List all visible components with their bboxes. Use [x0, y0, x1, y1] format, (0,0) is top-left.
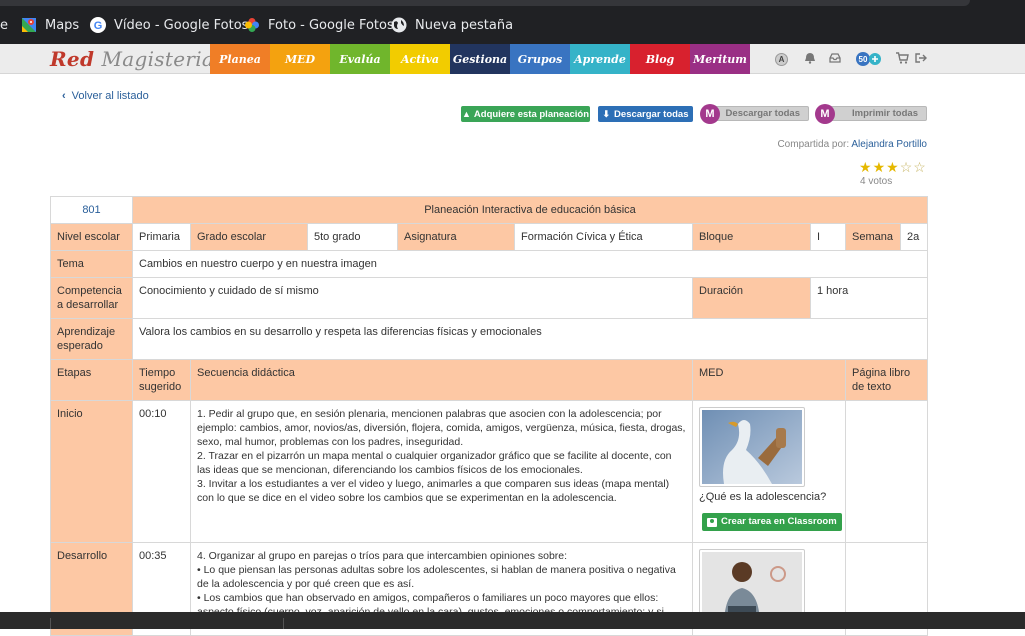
asignatura-value: Formación Cívica y Ética — [514, 223, 693, 251]
download-all-button[interactable]: ⬇ Descargar todas — [598, 106, 693, 122]
bookmarks-bar: e Maps G Vídeo - Google Fotos Foto - Goo… — [0, 0, 1025, 44]
etapa-inicio: Inicio — [50, 400, 133, 543]
table-row: 801 Planeación Interactiva de educación … — [50, 196, 929, 224]
nav-tab-meritum[interactable]: Meritum — [690, 44, 750, 74]
coins-icon[interactable]: 50 — [855, 51, 883, 66]
competencia-value: Conocimiento y cuidado de sí mismo — [132, 277, 693, 319]
plan-id: 801 — [50, 196, 133, 224]
competencia-label: Competencia a desarrollar — [50, 277, 133, 319]
svg-text:G: G — [94, 20, 103, 32]
m-badge-icon: M — [815, 104, 835, 124]
create-classroom-task-button[interactable]: Crear tarea en Classroom — [702, 513, 842, 531]
os-taskbar — [0, 612, 1025, 629]
col-header-tiempo: Tiempo sugerido — [132, 359, 191, 401]
table-row: Nivel escolar Primaria Grado escolar 5to… — [50, 223, 929, 251]
tab-strip-edge — [0, 0, 970, 6]
table-row: Aprendizaje esperado Valora los cambios … — [50, 318, 929, 360]
site-navbar: Red Magisterial® Planea MED Evalúa Activ… — [0, 44, 1025, 74]
secuencia-inicio: 1. Pedir al grupo que, en sesión plenari… — [190, 400, 693, 543]
bookmark-google-fotos-video[interactable]: G Vídeo - Google Fotos — [90, 15, 248, 35]
grado-value: 5to grado — [307, 223, 398, 251]
nivel-label: Nivel escolar — [50, 223, 133, 251]
table-row: Tema Cambios en nuestro cuerpo y en nues… — [50, 250, 929, 278]
grado-label: Grado escolar — [190, 223, 308, 251]
pagina-cell-inicio — [844, 400, 929, 543]
aprendizaje-label: Aprendizaje esperado — [50, 318, 133, 360]
med-caption: ¿Qué es la adolescencia? — [699, 491, 827, 503]
nav-tab-activa[interactable]: Activa — [390, 44, 450, 74]
nav-tab-blog[interactable]: Blog — [630, 44, 690, 74]
red-magisterial-logo[interactable]: Red Magisterial® — [50, 47, 228, 71]
nav-tab-aprende[interactable]: Aprende — [570, 44, 630, 74]
duracion-value: 1 hora — [809, 277, 929, 319]
table-row: Competencia a desarrollar Conocimiento y… — [50, 277, 929, 319]
inbox-icon[interactable] — [829, 52, 843, 66]
video-thumbnail[interactable] — [699, 407, 805, 487]
buy-plan-button[interactable]: ▲ Adquiere esta planeación — [461, 106, 590, 122]
google-icon: G — [90, 17, 106, 33]
taskbar-separator — [50, 618, 51, 629]
cart-icon[interactable] — [896, 52, 910, 66]
aprendizaje-value: Valora los cambios en su desarrollo y re… — [131, 318, 929, 360]
svg-text:50: 50 — [859, 55, 868, 64]
m-print-all-button[interactable]: Imprimir todas — [823, 106, 927, 121]
google-photos-icon — [244, 17, 260, 33]
bookmark-google-fotos-foto[interactable]: Foto - Google Fotos — [244, 15, 394, 35]
star-icon[interactable]: ☆ — [900, 160, 913, 174]
tema-value: Cambios en nuestro cuerpo y en nuestra i… — [131, 250, 929, 278]
bloque-value: I — [810, 223, 846, 251]
author-link[interactable]: Alejandra Portillo — [851, 139, 927, 150]
table-header-row: Etapas Tiempo sugerido Secuencia didácti… — [50, 359, 929, 401]
asignatura-label: Asignatura — [397, 223, 515, 251]
back-to-list-link[interactable]: ‹ Volver al listado — [62, 90, 149, 102]
plan-table: 801 Planeación Interactiva de educación … — [50, 196, 929, 636]
m-badge-icon: M — [700, 104, 720, 124]
taskbar-separator — [283, 618, 284, 629]
thumbs-up-icon: ▲ — [461, 109, 471, 119]
chevron-left-icon: ‹ — [62, 90, 66, 102]
bloque-label: Bloque — [692, 223, 811, 251]
star-icon[interactable]: ★ — [859, 160, 872, 174]
nav-tab-med[interactable]: MED — [270, 44, 330, 74]
classroom-icon — [707, 517, 717, 527]
nav-tab-planea[interactable]: Planea — [210, 44, 270, 74]
col-header-secuencia: Secuencia didáctica — [190, 359, 693, 401]
col-header-pagina: Página libro de texto — [844, 359, 929, 401]
rating-stars[interactable]: ★ ★ ★ ☆ ☆ — [859, 160, 926, 174]
nivel-value: Primaria — [132, 223, 191, 251]
nav-tab-evalua[interactable]: Evalúa — [330, 44, 390, 74]
star-icon[interactable]: ★ — [886, 160, 899, 174]
col-header-etapas: Etapas — [50, 359, 133, 401]
globe-icon — [391, 17, 407, 33]
semana-value: 2a — [899, 223, 929, 251]
shared-by: Compartida por: Alejandra Portillo — [777, 139, 927, 150]
accessibility-a-icon[interactable]: A — [775, 53, 788, 66]
col-header-med: MED — [692, 359, 846, 401]
star-icon[interactable]: ★ — [873, 160, 886, 174]
nav-tab-grupos[interactable]: Grupos — [510, 44, 570, 74]
star-icon[interactable]: ☆ — [913, 160, 926, 174]
bell-icon[interactable] — [804, 52, 818, 66]
m-download-all-button[interactable]: Descargar todas — [708, 106, 809, 121]
tema-label: Tema — [50, 250, 133, 278]
maps-icon — [21, 17, 37, 33]
bookmark-nueva-pestana[interactable]: Nueva pestaña — [391, 15, 513, 35]
med-cell-inicio: ¿Qué es la adolescencia? Crear tarea en … — [692, 400, 846, 543]
duracion-label: Duración — [692, 277, 811, 319]
semana-label: Semana — [845, 223, 901, 251]
bookmark-partial[interactable]: e — [0, 15, 8, 35]
logout-icon[interactable] — [915, 52, 929, 66]
download-icon: ⬇ — [602, 108, 611, 119]
nav-tab-gestiona[interactable]: Gestiona — [450, 44, 510, 74]
tiempo-inicio: 00:10 — [132, 400, 191, 543]
table-row: Inicio 00:10 1. Pedir al grupo que, en s… — [50, 400, 929, 543]
votes-count: 4 votos — [860, 176, 893, 187]
plan-title: Planeación Interactiva de educación bási… — [131, 196, 929, 224]
bookmark-maps[interactable]: Maps — [21, 15, 79, 35]
